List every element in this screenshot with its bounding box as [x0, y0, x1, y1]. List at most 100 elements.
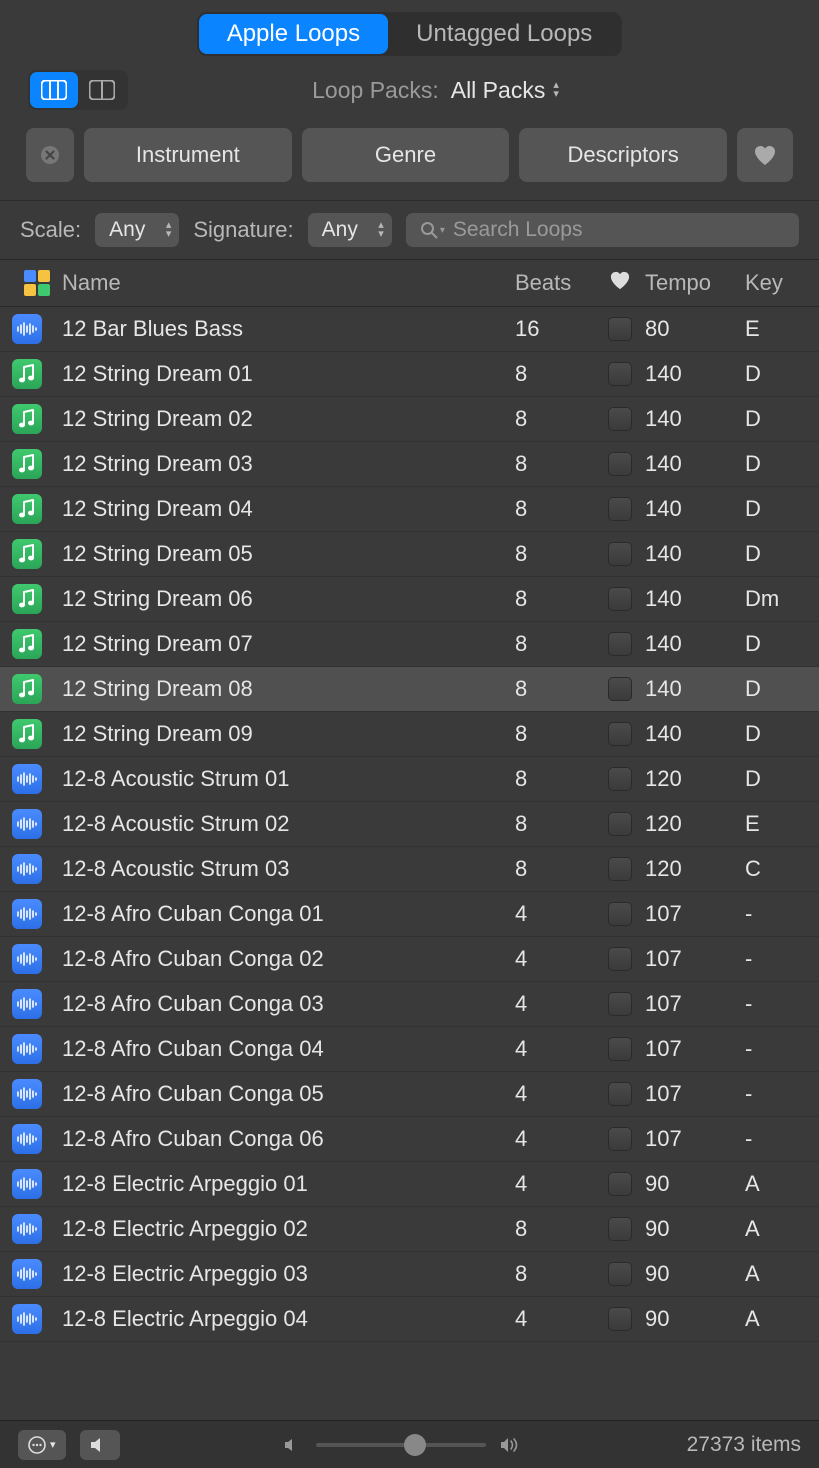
view-column-button[interactable]	[30, 72, 78, 108]
filter-favorites-button[interactable]	[737, 128, 793, 182]
volume-high-icon	[500, 1437, 522, 1453]
favorite-checkbox[interactable]	[608, 857, 632, 881]
favorite-checkbox[interactable]	[608, 992, 632, 1016]
table-row[interactable]: 12-8 Afro Cuban Conga 024107-	[0, 937, 819, 982]
table-row[interactable]: 12-8 Acoustic Strum 028120E	[0, 802, 819, 847]
search-row: Scale: Any ▴▾ Signature: Any ▴▾ ▾ Search…	[0, 201, 819, 260]
loop-tempo: 120	[645, 766, 745, 792]
ellipsis-circle-icon	[28, 1436, 46, 1454]
favorite-checkbox[interactable]	[608, 1127, 632, 1151]
loop-tempo: 120	[645, 856, 745, 882]
column-view-icon	[41, 80, 67, 100]
column-favorite[interactable]	[595, 270, 645, 296]
midi-loop-icon	[12, 359, 42, 389]
favorite-checkbox[interactable]	[608, 947, 632, 971]
favorite-checkbox[interactable]	[608, 1262, 632, 1286]
loop-tempo: 140	[645, 721, 745, 747]
loop-name: 12-8 Afro Cuban Conga 06	[62, 1126, 515, 1152]
table-row[interactable]: 12-8 Afro Cuban Conga 054107-	[0, 1072, 819, 1117]
favorite-checkbox[interactable]	[608, 587, 632, 611]
loop-packs-value[interactable]: All Packs ▴▾	[451, 77, 559, 104]
table-row[interactable]: 12-8 Afro Cuban Conga 034107-	[0, 982, 819, 1027]
filter-instrument-button[interactable]: Instrument	[84, 128, 292, 182]
table-row[interactable]: 12 String Dream 068140Dm	[0, 577, 819, 622]
scale-value: Any	[109, 218, 145, 242]
favorite-checkbox[interactable]	[608, 722, 632, 746]
loop-key: D	[745, 361, 805, 387]
loop-beats: 8	[515, 451, 595, 477]
loop-name: 12-8 Afro Cuban Conga 03	[62, 991, 515, 1017]
favorite-checkbox[interactable]	[608, 542, 632, 566]
volume-thumb[interactable]	[404, 1434, 426, 1456]
favorite-checkbox[interactable]	[608, 1082, 632, 1106]
signature-select[interactable]: Any ▴▾	[308, 213, 392, 247]
favorite-checkbox[interactable]	[608, 1217, 632, 1241]
column-tempo[interactable]: Tempo	[645, 270, 745, 296]
favorite-checkbox[interactable]	[608, 452, 632, 476]
loop-key: -	[745, 1081, 805, 1107]
favorite-checkbox[interactable]	[608, 317, 632, 341]
loop-beats: 16	[515, 316, 595, 342]
favorite-checkbox[interactable]	[608, 677, 632, 701]
favorite-checkbox[interactable]	[608, 812, 632, 836]
table-row[interactable]: 12 String Dream 058140D	[0, 532, 819, 577]
tab-apple-loops[interactable]: Apple Loops	[199, 14, 388, 54]
table-row[interactable]: 12 String Dream 038140D	[0, 442, 819, 487]
favorite-checkbox[interactable]	[608, 767, 632, 791]
loop-name: 12 String Dream 03	[62, 451, 515, 477]
clear-filters-button[interactable]	[26, 128, 74, 182]
column-loop-type[interactable]	[12, 270, 62, 296]
loop-beats: 4	[515, 1081, 595, 1107]
favorite-checkbox[interactable]	[608, 407, 632, 431]
stepper-arrows-icon: ▴▾	[553, 81, 559, 99]
scale-label: Scale:	[20, 217, 81, 243]
table-row[interactable]: 12 String Dream 018140D	[0, 352, 819, 397]
table-row[interactable]: 12-8 Afro Cuban Conga 014107-	[0, 892, 819, 937]
column-beats[interactable]: Beats	[515, 270, 595, 296]
table-row[interactable]: 12-8 Afro Cuban Conga 044107-	[0, 1027, 819, 1072]
table-row[interactable]: 12-8 Electric Arpeggio 02890A	[0, 1207, 819, 1252]
table-row[interactable]: 12 String Dream 028140D	[0, 397, 819, 442]
view-grid-button[interactable]	[78, 72, 126, 108]
loop-name: 12 String Dream 08	[62, 676, 515, 702]
table-row[interactable]: 12-8 Electric Arpeggio 03890A	[0, 1252, 819, 1297]
audio-loop-icon	[12, 944, 42, 974]
table-row[interactable]: 12 String Dream 098140D	[0, 712, 819, 757]
volume-slider[interactable]	[316, 1443, 486, 1447]
loops-list[interactable]: 12 Bar Blues Bass1680E 12 String Dream 0…	[0, 307, 819, 1420]
table-row[interactable]: 12 String Dream 048140D	[0, 487, 819, 532]
favorite-checkbox[interactable]	[608, 497, 632, 521]
favorite-checkbox[interactable]	[608, 362, 632, 386]
table-row[interactable]: 12-8 Acoustic Strum 038120C	[0, 847, 819, 892]
favorite-checkbox[interactable]	[608, 1307, 632, 1331]
favorite-checkbox[interactable]	[608, 632, 632, 656]
scale-select[interactable]: Any ▴▾	[95, 213, 179, 247]
favorite-checkbox[interactable]	[608, 1037, 632, 1061]
table-row[interactable]: 12 String Dream 078140D	[0, 622, 819, 667]
loop-name: 12-8 Afro Cuban Conga 04	[62, 1036, 515, 1062]
loop-name: 12 String Dream 09	[62, 721, 515, 747]
heart-icon	[753, 144, 777, 166]
filter-descriptors-button[interactable]: Descriptors	[519, 128, 727, 182]
table-row[interactable]: 12 Bar Blues Bass1680E	[0, 307, 819, 352]
loop-beats: 4	[515, 901, 595, 927]
table-row[interactable]: 12-8 Electric Arpeggio 01490A	[0, 1162, 819, 1207]
favorite-checkbox[interactable]	[608, 902, 632, 926]
table-row[interactable]: 12-8 Electric Arpeggio 04490A	[0, 1297, 819, 1342]
column-key[interactable]: Key	[745, 270, 805, 296]
loop-key: D	[745, 496, 805, 522]
table-row[interactable]: 12-8 Acoustic Strum 018120D	[0, 757, 819, 802]
search-input[interactable]: ▾ Search Loops	[406, 213, 799, 247]
favorite-checkbox[interactable]	[608, 1172, 632, 1196]
more-options-button[interactable]: ▾	[18, 1430, 66, 1460]
filter-genre-button[interactable]: Genre	[302, 128, 510, 182]
table-row[interactable]: 12-8 Afro Cuban Conga 064107-	[0, 1117, 819, 1162]
loop-key: -	[745, 1126, 805, 1152]
preview-play-button[interactable]	[80, 1430, 120, 1460]
stepper-arrows-icon: ▴▾	[378, 221, 384, 239]
column-name[interactable]: Name	[62, 270, 515, 296]
table-row[interactable]: 12 String Dream 088140D	[0, 667, 819, 712]
loop-beats: 8	[515, 541, 595, 567]
tab-untagged-loops[interactable]: Untagged Loops	[388, 14, 620, 54]
audio-loop-icon	[12, 899, 42, 929]
